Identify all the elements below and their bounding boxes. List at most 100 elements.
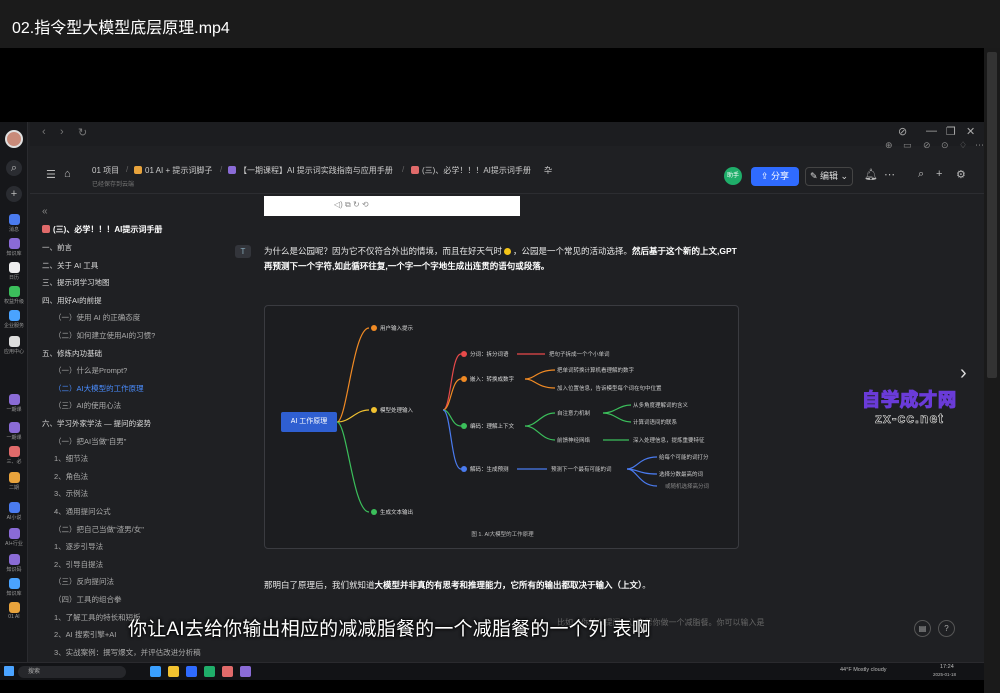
outline-item[interactable]: 四、用好AI的前提 [42,295,102,306]
outline-item[interactable]: 3、示例法 [54,488,88,499]
scrollbar-thumb[interactable] [987,52,997,378]
video-frame[interactable]: ⌕ + 消息 知识库 日历 权益升级 企业服务 应用中心 一期课 一期课 三、必 二期 AI小说 AI… [0,122,984,680]
rail-app[interactable]: 日历 [2,262,26,281]
share-button[interactable]: ⇪ 分享 [751,167,799,186]
settings-icon[interactable]: ⚙ [956,168,966,181]
outline-item[interactable]: 六、学习外家学法 — 提问的姿势 [42,418,151,429]
outline-item[interactable]: 2、AI 搜索引擎+AI [54,629,116,640]
mindmap-sub-branch: 嵌入：转换成数字 [461,375,514,383]
outline-item[interactable]: （二）AI大模型的工作原理 [54,383,144,394]
chevron-down-icon: ⌄ [838,171,849,181]
outline-item[interactable]: 3、实战案例：撰写爆文，并评估改进分析稿 [54,647,201,658]
app-icon[interactable] [222,666,233,677]
rail-app[interactable]: 一期课 [2,394,26,413]
refresh-icon[interactable]: ↻ [78,126,87,139]
rail-app[interactable]: 知识库 [2,238,26,257]
taskbar-search[interactable]: 搜索 [18,666,126,678]
rail-app[interactable]: 消息 [2,214,26,233]
add-icon[interactable]: + [6,186,22,202]
page-scrollbar[interactable] [984,48,1000,693]
outline-doc-title[interactable]: (三)、必学！！！AI提示词手册 [42,224,162,235]
menu-icon[interactable]: ☰ [46,168,56,181]
outline-item[interactable]: 二、关于 AI 工具 [42,260,98,271]
app-icon [8,286,20,297]
outline-item[interactable]: 1、细节法 [54,453,88,464]
mindmap-diagram[interactable]: AI 工作原理 用户输入提示 模型处理输入 生成文本输出 分词：拆分词语 嵌入：… [264,305,739,549]
rail-app[interactable]: 权益升级 [2,286,26,305]
close-icon[interactable]: ✕ [966,125,975,138]
outline-item[interactable]: 三、提示词学习地图 [42,277,110,288]
mindmap-leaf: 把句子拆成一个个小单词 [549,352,610,358]
back-icon[interactable]: ‹ [42,126,46,138]
rail-app[interactable]: 企业服务 [2,310,26,329]
outline-item[interactable]: 一、前言 [42,242,72,253]
avatar[interactable] [5,130,23,148]
history-icon[interactable]: ⊘ [898,125,907,138]
breadcrumb-item[interactable]: (三)、必学！！！AI提示词手册 [411,165,531,176]
app-icon[interactable] [150,666,161,677]
breadcrumb-item[interactable]: 01 AI + 提示词脚子 [134,165,212,176]
maximize-icon[interactable]: ❐ [946,125,956,138]
more-icon[interactable]: ⋯ [884,168,895,181]
mindmap-leaf: 把单词转换计算机看理解的数字 [557,368,635,374]
rail-app[interactable]: 应用中心 [2,336,26,355]
breadcrumb-item[interactable]: 01 项目 [92,165,119,176]
weather-widget[interactable]: 44°F Mostly cloudy [840,667,887,673]
rail-app[interactable]: 二期 [2,472,26,491]
rail-app-label: 应用中心 [3,349,24,355]
outline-item[interactable]: 2、角色法 [54,471,88,482]
text-block-handle[interactable]: T [235,245,251,258]
collapse-icon[interactable]: « [42,206,48,217]
paragraph: 那明白了原理后，我们就知道大模型并非真的有思考和推理能力，它所有的输出都取决于输… [264,580,651,590]
outline-item[interactable]: （一）把AI当做"自男" [54,436,126,447]
outline-item[interactable]: （二）如何建立使用AI的习惯? [54,330,155,341]
assistant-button[interactable]: 助手 [724,167,742,185]
app-icon [8,472,20,483]
outline-item[interactable]: （一）什么是Prompt? [54,365,127,376]
home-icon[interactable]: ⌂ [64,168,71,180]
toolbar-icon[interactable]: ⊕ [885,140,893,151]
edit-button[interactable]: ✎ 编辑 ⌄ [805,167,853,186]
rail-app[interactable]: 01 AI [2,602,26,620]
outline-item[interactable]: （四）工具的组合拳 [54,594,122,605]
outline-item[interactable]: 4、通用提问公式 [54,506,111,517]
rail-app[interactable]: 一期课 [2,422,26,441]
toolbar-icon[interactable]: ▭ [903,140,912,151]
outline-item[interactable]: （二）把自己当做"渣男/女" [54,524,144,535]
add-icon[interactable]: + [936,168,942,180]
breadcrumb-item[interactable]: 【一期课程】AI 提示词实践指南与应用手册 [228,165,393,176]
toolbar-icon[interactable]: ♢ [959,140,967,151]
minimize-icon[interactable]: — [926,125,937,137]
toolbar-icon[interactable]: ⊘ [923,140,931,151]
outline-item[interactable]: （三）AI的使用心法 [54,400,121,411]
outline-item[interactable]: （一）使用 AI 的正确态度 [54,312,140,323]
help-icon[interactable]: ? [938,620,955,637]
rail-app[interactable]: 知识码 [2,554,26,573]
notes-icon[interactable]: ▤ [914,620,931,637]
app-icon [8,238,20,249]
toolbar-icon[interactable]: ⊙ [941,140,949,151]
rail-app[interactable]: 知识库 [2,578,26,597]
toolbar-icon[interactable]: ⋯ [975,140,984,151]
app-icon[interactable] [240,666,251,677]
outline-item[interactable]: 1、逐步引导法 [54,541,103,552]
chevron-right-icon[interactable]: › [960,362,967,385]
search-icon[interactable]: ⌕ [6,160,22,176]
forward-icon[interactable]: › [60,126,64,138]
app-icon [8,502,20,513]
outline-item[interactable]: 2、引导自提法 [54,559,103,570]
outline-item[interactable]: 五、修炼内功基础 [42,348,102,359]
rail-app[interactable]: AI+行业 [2,528,26,547]
app-icon[interactable] [204,666,215,677]
bell-icon[interactable]: 🔔︎ [864,168,878,181]
folder-icon[interactable] [168,666,179,677]
outline-item[interactable]: （三）反向提问法 [54,576,114,587]
rail-app-label: 消息 [8,227,19,233]
search-icon[interactable]: ⌕ [918,168,924,181]
breadcrumb-item[interactable]: 卆 [544,165,552,176]
rail-app[interactable]: AI小说 [2,502,26,521]
rail-app[interactable]: 三、必 [2,446,26,465]
windows-start-icon[interactable] [4,666,14,676]
image-toolbar[interactable]: ◁) ⧉ ↻ ⟲ [334,200,369,210]
app-icon[interactable] [186,666,197,677]
